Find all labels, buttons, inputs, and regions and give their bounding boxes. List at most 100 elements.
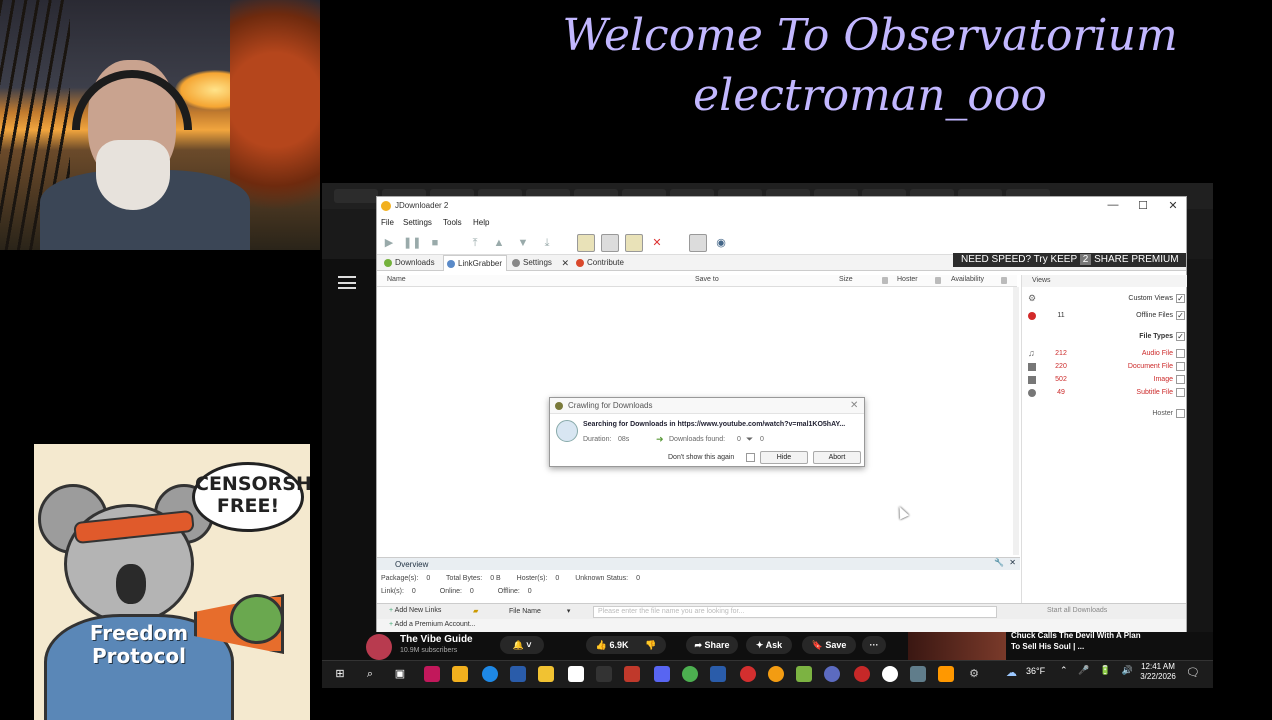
chrome-icon[interactable] bbox=[682, 666, 698, 682]
dont-show-checkbox[interactable] bbox=[746, 453, 755, 462]
document-checkbox[interactable] bbox=[1176, 362, 1185, 371]
hamburger-menu-icon[interactable] bbox=[338, 276, 356, 289]
settings-gear-icon[interactable]: ⚙ bbox=[966, 666, 982, 682]
move-down-icon[interactable]: ▼ bbox=[515, 235, 531, 251]
lock-icon[interactable] bbox=[882, 277, 888, 284]
custom-views-checkbox[interactable]: ✓ bbox=[1176, 294, 1185, 303]
view-offline[interactable]: 11 Offline Files ✓ bbox=[1022, 310, 1187, 322]
close-icon[interactable]: ✕ bbox=[1163, 199, 1183, 212]
app-icon[interactable] bbox=[740, 666, 756, 682]
edge-icon[interactable] bbox=[482, 666, 498, 682]
menu-settings[interactable]: Settings bbox=[403, 218, 432, 227]
folder-icon[interactable]: ▰ bbox=[473, 607, 478, 615]
app-icon[interactable] bbox=[424, 666, 440, 682]
view-audio[interactable]: ♫ 212 Audio File bbox=[1022, 348, 1187, 360]
abort-button[interactable]: Abort bbox=[813, 451, 861, 464]
lock-icon[interactable] bbox=[935, 277, 941, 284]
menu-file[interactable]: File bbox=[381, 218, 394, 227]
ask-button[interactable]: ✦ Ask bbox=[746, 636, 792, 654]
close-icon[interactable]: ✕ bbox=[850, 400, 858, 411]
hide-button[interactable]: Hide bbox=[760, 451, 808, 464]
move-top-icon[interactable]: ⤒ bbox=[467, 235, 483, 251]
recommended-title[interactable]: Chuck Calls The Devil With A Plan To Sel… bbox=[1011, 630, 1151, 652]
premium-promo-banner[interactable]: NEED SPEED? Try KEEP 2 SHARE PREMIUM bbox=[953, 253, 1186, 267]
close-icon[interactable]: ✕ bbox=[1009, 558, 1016, 567]
menu-tools[interactable]: Tools bbox=[443, 218, 462, 227]
browser-tab[interactable] bbox=[334, 189, 378, 203]
hoster-checkbox[interactable] bbox=[1176, 409, 1185, 418]
share-button[interactable]: ➦ Share bbox=[686, 636, 738, 654]
wrench-icon[interactable]: 🔧 bbox=[994, 558, 1004, 567]
auto-start-icon[interactable] bbox=[625, 234, 643, 252]
move-up-icon[interactable]: ▲ bbox=[491, 235, 507, 251]
auto-confirm-icon[interactable] bbox=[601, 234, 619, 252]
weather-cloud-icon[interactable]: ☁ bbox=[1006, 666, 1017, 679]
start-all-downloads-button[interactable]: Start all Downloads bbox=[1047, 607, 1107, 614]
pause-icon[interactable]: ❚❚ bbox=[403, 235, 421, 251]
discord-icon[interactable] bbox=[654, 666, 670, 682]
view-image[interactable]: 502 Image bbox=[1022, 374, 1187, 386]
task-view-icon[interactable]: ▣ bbox=[392, 666, 408, 682]
column-hoster[interactable]: Hoster bbox=[897, 276, 918, 283]
tab-linkgrabber[interactable]: LinkGrabber bbox=[443, 255, 507, 271]
audio-checkbox[interactable] bbox=[1176, 349, 1185, 358]
search-icon[interactable]: ⌕ bbox=[362, 666, 378, 682]
stop-icon[interactable]: ■ bbox=[427, 235, 443, 251]
temperature[interactable]: 36°F bbox=[1026, 666, 1045, 676]
vlc-icon[interactable] bbox=[938, 666, 954, 682]
view-hoster[interactable]: Hoster bbox=[1022, 408, 1187, 420]
move-bottom-icon[interactable]: ⤓ bbox=[539, 235, 555, 251]
tab-downloads[interactable]: Downloads bbox=[381, 255, 443, 271]
more-actions-button[interactable]: ··· bbox=[862, 636, 886, 654]
search-input[interactable]: Please enter the file name you are looki… bbox=[593, 606, 997, 618]
app-icon[interactable] bbox=[596, 666, 612, 682]
clock[interactable]: 12:41 AM 3/22/2026 bbox=[1140, 662, 1176, 682]
reconnect-icon[interactable] bbox=[689, 234, 707, 252]
file-types-checkbox[interactable]: ✓ bbox=[1176, 332, 1185, 341]
notifications-bell-icon[interactable]: 🔔 ˅ bbox=[500, 636, 544, 654]
tab-contribute[interactable]: Contribute bbox=[573, 255, 633, 271]
view-subtitle[interactable]: 49 Subtitle File bbox=[1022, 387, 1187, 399]
update-icon[interactable]: ◉ bbox=[713, 235, 729, 251]
opera-icon[interactable] bbox=[854, 666, 870, 682]
clipboard-observer-icon[interactable] bbox=[577, 234, 595, 252]
column-size[interactable]: Size bbox=[839, 276, 853, 283]
view-document[interactable]: 220 Document File bbox=[1022, 361, 1187, 373]
app-icon[interactable] bbox=[910, 666, 926, 682]
save-button[interactable]: 🔖 Save bbox=[802, 636, 856, 654]
close-tab-icon[interactable]: ✕ bbox=[561, 255, 569, 271]
column-save-to[interactable]: Save to bbox=[695, 276, 719, 283]
windows-start-icon[interactable]: ⊞ bbox=[332, 666, 348, 682]
app-icon[interactable] bbox=[510, 666, 526, 682]
view-custom[interactable]: ⚙ Custom Views ✓ bbox=[1022, 293, 1187, 305]
view-file-types[interactable]: File Types ✓ bbox=[1022, 331, 1187, 343]
app-icon[interactable] bbox=[882, 666, 898, 682]
minimize-icon[interactable]: — bbox=[1103, 199, 1123, 211]
tab-settings[interactable]: Settings ✕ bbox=[509, 255, 569, 271]
cleanup-icon[interactable]: ✕ bbox=[649, 235, 665, 251]
app-icon[interactable] bbox=[768, 666, 784, 682]
maximize-icon[interactable]: ☐ bbox=[1133, 199, 1153, 212]
image-checkbox[interactable] bbox=[1176, 375, 1185, 384]
jdownloader-taskbar-icon[interactable] bbox=[796, 666, 812, 682]
subtitle-checkbox[interactable] bbox=[1176, 388, 1185, 397]
thumbs-down-icon[interactable]: 👎 bbox=[645, 640, 656, 650]
system-tray-icons[interactable]: ⌃ 🎤 🔋 🔊 bbox=[1060, 665, 1137, 676]
file-name-dropdown[interactable]: File Name ▾ bbox=[509, 607, 570, 615]
like-button[interactable]: 👍 6.9K 👎 bbox=[586, 636, 666, 654]
channel-name[interactable]: The Vibe Guide bbox=[400, 634, 473, 645]
app-icon[interactable] bbox=[568, 666, 584, 682]
app-icon[interactable] bbox=[824, 666, 840, 682]
recommended-thumbnail[interactable] bbox=[908, 632, 1006, 660]
lock-icon[interactable] bbox=[1001, 277, 1007, 284]
app-icon[interactable] bbox=[452, 666, 468, 682]
channel-avatar[interactable] bbox=[366, 634, 392, 660]
menu-help[interactable]: Help bbox=[473, 218, 489, 227]
notifications-icon[interactable]: 🗨 bbox=[1186, 666, 1200, 679]
offline-checkbox[interactable]: ✓ bbox=[1176, 311, 1185, 320]
app-icon[interactable] bbox=[624, 666, 640, 682]
add-premium-account-link[interactable]: + Add a Premium Account... bbox=[389, 621, 476, 628]
add-new-links-button[interactable]: + Add New Links bbox=[389, 607, 441, 614]
start-icon[interactable]: ▶ bbox=[381, 235, 397, 251]
column-availability[interactable]: Availability bbox=[951, 276, 984, 283]
